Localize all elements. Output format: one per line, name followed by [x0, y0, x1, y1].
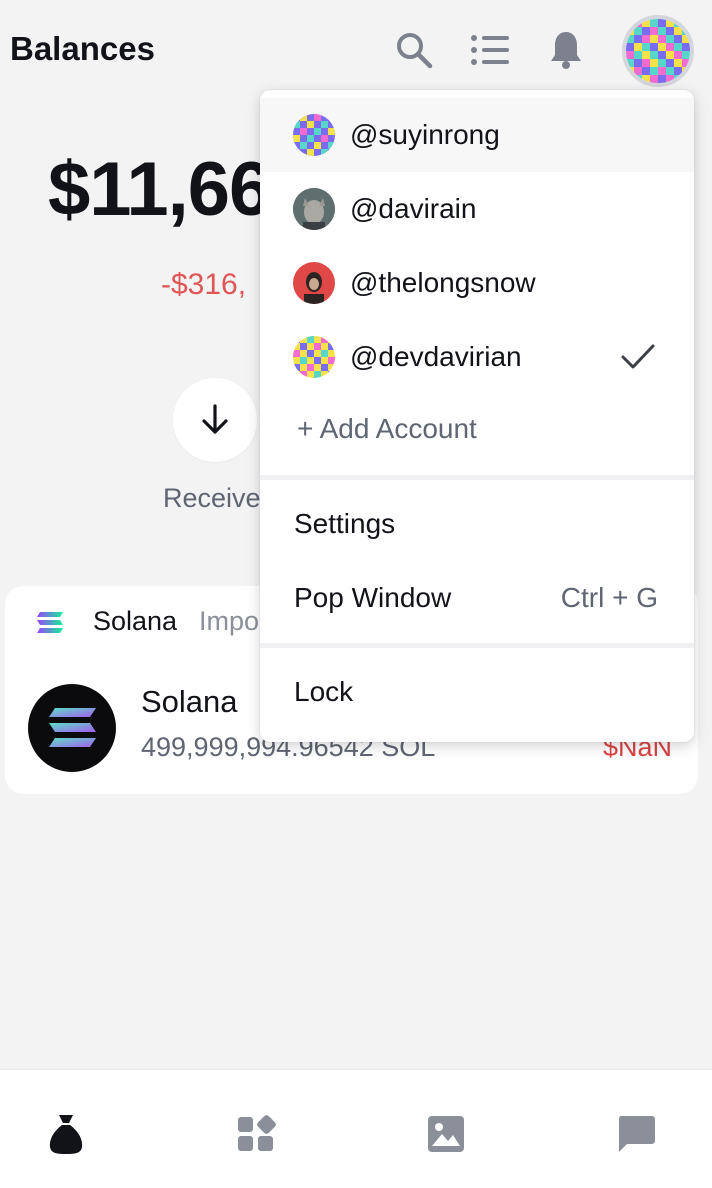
account-handle: @thelongsnow [350, 267, 536, 298]
account-avatar [293, 262, 335, 304]
menu-divider [260, 643, 694, 648]
pop-window-menu-item[interactable]: Pop Window [294, 582, 451, 614]
chat-icon [619, 1116, 655, 1152]
account-item-thelongsnow[interactable]: @thelongsnow [260, 246, 694, 320]
list-icon[interactable] [468, 28, 512, 72]
page-title: Balances [10, 30, 155, 67]
account-handle: @suyinrong [350, 119, 500, 150]
checkmark-icon [620, 342, 656, 372]
header: Balances [0, 0, 712, 100]
account-handle: @davirain [350, 193, 477, 224]
lock-menu-item[interactable]: Lock [294, 676, 353, 708]
network-name: Solana [93, 606, 178, 636]
solana-network-icon [35, 610, 65, 636]
account-handle: @devdavirian [350, 341, 522, 372]
search-icon[interactable] [392, 28, 436, 72]
token-name: Solana [141, 684, 238, 719]
messages-tab[interactable] [612, 1110, 660, 1158]
account-avatar [293, 114, 335, 156]
receive-label: Receive [163, 483, 261, 513]
total-balance: $11,66 [48, 147, 271, 232]
account-avatar [293, 188, 335, 230]
arrow-down-icon [202, 404, 228, 434]
money-bag-icon [49, 1115, 83, 1154]
balances-tab[interactable] [42, 1110, 90, 1158]
balance-change: -$316, [161, 268, 247, 301]
account-avatar [293, 336, 335, 378]
menu-divider [260, 475, 694, 480]
bottom-nav [0, 1069, 712, 1188]
account-menu: @suyinrong @davirain @thelongsnow @devda… [260, 90, 694, 742]
bell-icon[interactable] [544, 28, 588, 72]
apps-grid-icon [238, 1115, 276, 1151]
avatar[interactable] [622, 15, 694, 87]
receive-button[interactable] [173, 378, 257, 462]
pop-window-shortcut: Ctrl + G [560, 582, 658, 613]
add-account-button[interactable]: + Add Account [297, 413, 477, 445]
account-item-suyinrong[interactable]: @suyinrong [260, 98, 694, 172]
network-import-label[interactable]: Impo [199, 606, 259, 637]
account-item-davirain[interactable]: @davirain [260, 172, 694, 246]
account-item-devdavirian[interactable]: @devdavirian [260, 320, 694, 394]
solana-token-icon [28, 684, 116, 772]
collectibles-tab[interactable] [422, 1110, 470, 1158]
apps-tab[interactable] [232, 1110, 280, 1158]
image-icon [428, 1116, 464, 1152]
settings-menu-item[interactable]: Settings [294, 508, 395, 540]
